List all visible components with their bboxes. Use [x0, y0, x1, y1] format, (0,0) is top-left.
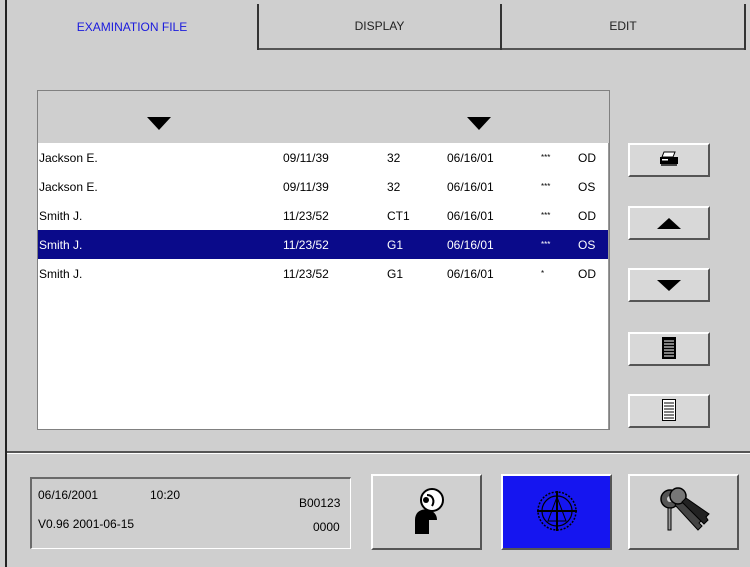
- patient-name: Jackson E.: [39, 180, 98, 194]
- examination-list: Jackson E. 09/11/39 32 06/16/01 *** OD Jackson…: [37, 90, 610, 430]
- eye-side: OD: [578, 209, 596, 223]
- reliability-stars: *: [541, 269, 545, 278]
- tab-label: EDIT: [609, 19, 637, 33]
- patient-button[interactable]: [371, 474, 482, 550]
- birth-date: 11/23/52: [283, 238, 329, 252]
- reliability-stars: ***: [541, 153, 551, 162]
- exam-date: 06/16/01: [447, 238, 494, 252]
- table-row[interactable]: Smith J. 11/23/52 CT1 06/16/01 *** OD: [38, 201, 608, 230]
- exam-date: 06/16/01: [447, 209, 494, 223]
- eye-side: OD: [578, 151, 596, 165]
- patient-name: Smith J.: [39, 267, 83, 281]
- scroll-down-button[interactable]: [628, 268, 710, 302]
- status-time: 10:20: [150, 488, 181, 502]
- test-program: 32: [387, 151, 401, 165]
- tab-label: EXAMINATION FILE: [76, 20, 188, 34]
- deselect-all-button[interactable]: [628, 394, 710, 428]
- keys-icon: [656, 486, 712, 539]
- arrow-down-icon: [657, 279, 681, 291]
- app-window: EXAMINATION FILE DISPLAY EDIT Jackson E.…: [0, 0, 750, 567]
- birth-date: 09/11/39: [283, 151, 329, 165]
- list-body[interactable]: Jackson E. 09/11/39 32 06/16/01 *** OD Jackson…: [38, 143, 609, 429]
- version-text: V0.96 2001-06-15: [38, 517, 135, 531]
- reliability-stars: ***: [541, 240, 551, 249]
- patient-name: Smith J.: [39, 209, 83, 223]
- tab-label: DISPLAY: [354, 19, 405, 33]
- sort-by-name-arrow-icon[interactable]: [147, 117, 171, 130]
- visual-field-button[interactable]: [501, 474, 612, 550]
- sort-by-date-arrow-icon[interactable]: [467, 117, 491, 130]
- eye-side: OS: [578, 180, 596, 194]
- test-program: G1: [387, 238, 404, 252]
- eye-side: OD: [578, 267, 596, 281]
- keys-button[interactable]: [628, 474, 739, 550]
- counter: 0000: [313, 520, 340, 534]
- birth-date: 11/23/52: [283, 267, 329, 281]
- tab-display[interactable]: DISPLAY: [259, 4, 500, 50]
- arrow-up-icon: [657, 217, 681, 229]
- printer-icon: [658, 151, 680, 170]
- test-program: 32: [387, 180, 401, 194]
- status-date: 06/16/2001: [38, 488, 99, 502]
- scroll-up-button[interactable]: [628, 206, 710, 240]
- document-filled-icon: [662, 336, 676, 362]
- table-row[interactable]: Smith J. 11/23/52 G1 06/16/01 *** OS: [38, 230, 608, 259]
- window-border: [5, 0, 7, 567]
- patient-name: Jackson E.: [39, 151, 98, 165]
- select-all-button[interactable]: [628, 332, 710, 366]
- birth-date: 09/11/39: [283, 180, 329, 194]
- exam-date: 06/16/01: [447, 180, 494, 194]
- tab-examination-file[interactable]: EXAMINATION FILE: [7, 4, 257, 50]
- list-header: [38, 91, 609, 143]
- divider: [7, 453, 750, 454]
- patient-icon: [407, 486, 447, 539]
- device-id: B00123: [299, 496, 341, 510]
- tab-divider: [744, 4, 746, 50]
- tab-edit[interactable]: EDIT: [502, 4, 744, 50]
- reliability-stars: ***: [541, 211, 551, 220]
- patient-name: Smith J.: [39, 238, 83, 252]
- table-row[interactable]: Smith J. 11/23/52 G1 06/16/01 * OD: [38, 259, 608, 288]
- visual-field-icon: [533, 487, 581, 538]
- table-row[interactable]: Jackson E. 09/11/39 32 06/16/01 *** OD: [38, 143, 608, 172]
- document-lines-icon: [662, 398, 676, 424]
- exam-date: 06/16/01: [447, 267, 494, 281]
- table-row[interactable]: Jackson E. 09/11/39 32 06/16/01 *** OS: [38, 172, 608, 201]
- exam-date: 06/16/01: [447, 151, 494, 165]
- birth-date: 11/23/52: [283, 209, 329, 223]
- status-panel: 06/16/2001 10:20 V0.96 2001-06-15 B00123…: [30, 477, 351, 549]
- test-program: CT1: [387, 209, 410, 223]
- eye-side: OS: [578, 238, 596, 252]
- test-program: G1: [387, 267, 404, 281]
- print-button[interactable]: [628, 143, 710, 177]
- reliability-stars: ***: [541, 182, 551, 191]
